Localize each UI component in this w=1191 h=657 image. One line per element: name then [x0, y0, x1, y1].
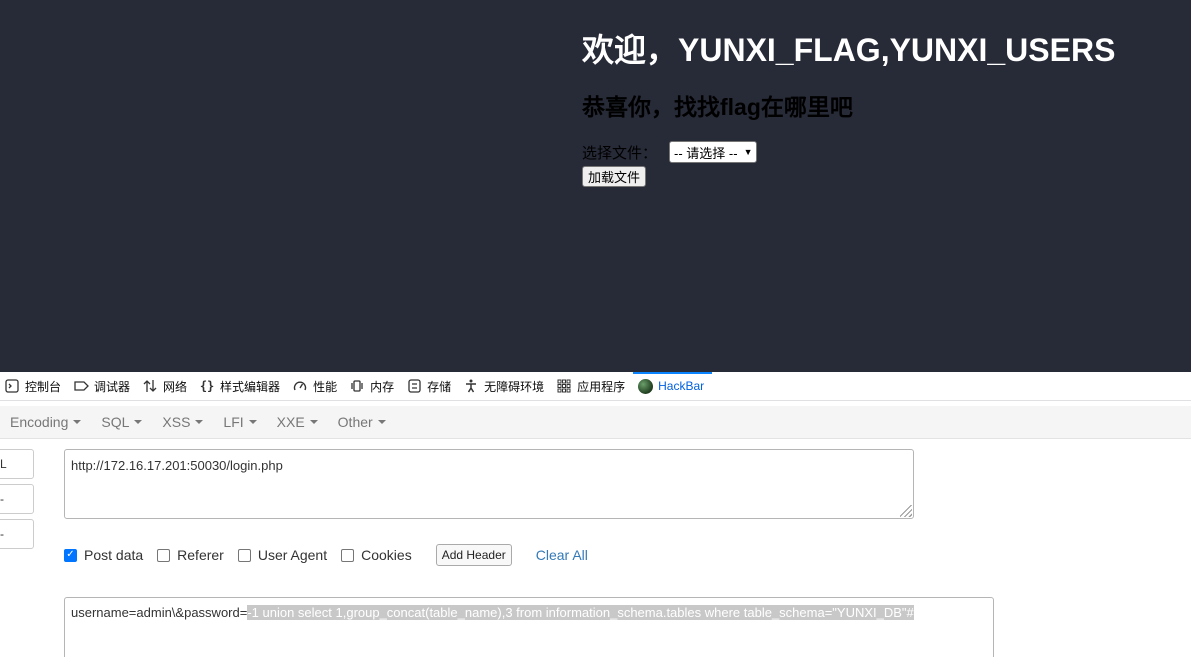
tab-label: 无障碍环境	[484, 379, 545, 394]
tab-accessibility[interactable]: 无障碍环境	[459, 372, 552, 401]
menu-xxe[interactable]: XXE	[267, 414, 328, 430]
hackbar-icon	[637, 378, 653, 394]
url-textarea[interactable]: http://172.16.17.201:50030/login.php	[64, 449, 914, 519]
tab-console[interactable]: 控制台	[0, 372, 69, 401]
menu-xss[interactable]: XSS	[152, 414, 213, 430]
caret-down-icon	[377, 420, 386, 424]
option-label: User Agent	[257, 547, 328, 563]
menu-label: XSS	[162, 414, 191, 430]
console-icon	[4, 378, 20, 394]
tab-label: 网络	[163, 379, 188, 394]
tab-label: 性能	[313, 379, 338, 394]
caret-down-icon	[195, 420, 204, 424]
option-label: Cookies	[361, 547, 412, 563]
caret-down-icon	[73, 420, 82, 424]
menu-label: XXE	[276, 414, 305, 430]
caret-down-icon	[248, 420, 257, 424]
tab-label: 控制台	[25, 379, 62, 394]
menu-label: Encoding	[10, 414, 69, 430]
network-icon	[142, 378, 158, 394]
tab-label: HackBar	[658, 379, 705, 393]
menu-encoding[interactable]: Encoding	[0, 414, 91, 430]
application-icon	[556, 378, 572, 394]
clear-all-link[interactable]: Clear All	[536, 547, 588, 563]
post-data-checkbox[interactable]: ✓	[64, 548, 77, 562]
menu-lfi[interactable]: LFI	[213, 414, 266, 430]
resize-grip-icon[interactable]	[900, 505, 912, 517]
cookies-checkbox[interactable]	[341, 548, 355, 562]
load-file-button[interactable]: 加载文件	[582, 166, 647, 187]
tab-memory[interactable]: 内存	[345, 372, 402, 401]
cookies-option[interactable]: Cookies	[341, 547, 412, 563]
caret-down-icon	[309, 420, 318, 424]
menu-label: Other	[337, 414, 373, 430]
tab-storage[interactable]: 存储	[402, 372, 459, 401]
tab-style-editor[interactable]: {} 样式编辑器	[195, 372, 288, 401]
menu-other[interactable]: Other	[328, 414, 396, 430]
option-label: Referer	[177, 547, 224, 563]
storage-icon	[406, 378, 422, 394]
chevron-down-icon: ▼	[743, 147, 753, 157]
menu-label: LFI	[223, 414, 244, 430]
file-select-value: -- 请选择 --	[674, 145, 738, 161]
tab-label: 调试器	[94, 379, 131, 394]
hackbar-options-row: ✓ Post data Referer User Agent Cookies A…	[64, 543, 588, 567]
menu-label: SQL	[101, 414, 130, 430]
hackbar-menu: Encoding SQL XSS LFI XXE Other	[0, 406, 1191, 439]
referer-checkbox[interactable]	[157, 548, 171, 562]
post-data-selection: -1 union select 1,group_concat(table_nam…	[247, 605, 914, 620]
tab-network[interactable]: 网络	[138, 372, 195, 401]
post-data-option[interactable]: ✓ Post data	[64, 547, 143, 563]
post-data-prefix: username=admin\&password=	[71, 605, 248, 620]
congrats-heading: 恭喜你，找找flag在哪里吧	[582, 94, 853, 120]
tab-label: 样式编辑器	[220, 379, 281, 394]
welcome-heading: 欢迎，YUNXI_FLAG,YUNXI_USERS	[582, 32, 1116, 68]
url-text: http://172.16.17.201:50030/login.php	[71, 458, 283, 473]
debugger-icon	[73, 378, 89, 394]
page-content: 欢迎，YUNXI_FLAG,YUNXI_USERS 恭喜你，找找flag在哪里吧…	[582, 30, 1115, 187]
file-select-row: 选择文件： -- 请选择 -- ▼	[582, 140, 1115, 164]
memory-icon	[349, 378, 365, 394]
load-url-button[interactable]: L	[0, 449, 34, 479]
referer-option[interactable]: Referer	[157, 547, 224, 563]
tab-label: 内存	[370, 379, 395, 394]
execute-button[interactable]: -	[0, 519, 34, 549]
tab-label: 存储	[427, 379, 452, 394]
accessibility-icon	[463, 378, 479, 394]
file-select-label: 选择文件：	[582, 144, 658, 162]
tab-label: 应用程序	[577, 379, 626, 394]
post-data-textarea[interactable]: username=admin\&password=-1 union select…	[64, 597, 994, 657]
style-editor-icon: {}	[199, 379, 215, 393]
tab-performance[interactable]: 性能	[288, 372, 345, 401]
web-page: 欢迎，YUNXI_FLAG,YUNXI_USERS 恭喜你，找找flag在哪里吧…	[0, 0, 1191, 372]
tab-hackbar[interactable]: HackBar	[633, 371, 713, 401]
tab-debugger[interactable]: 调试器	[69, 372, 138, 401]
tab-application[interactable]: 应用程序	[552, 372, 633, 401]
add-header-button[interactable]: Add Header	[435, 544, 512, 566]
performance-icon	[292, 378, 308, 394]
devtools-tab-bar: 控制台 调试器 网络 {} 样式编辑器 性能 内存 存储 无障碍环境 应用程序 …	[0, 371, 1191, 401]
file-select-dropdown[interactable]: -- 请选择 -- ▼	[669, 141, 758, 163]
option-label: Post data	[84, 547, 144, 563]
menu-sql[interactable]: SQL	[91, 414, 152, 430]
split-url-button[interactable]: -	[0, 484, 34, 514]
caret-down-icon	[134, 420, 143, 424]
user-agent-option[interactable]: User Agent	[237, 547, 328, 563]
user-agent-checkbox[interactable]	[237, 548, 251, 562]
